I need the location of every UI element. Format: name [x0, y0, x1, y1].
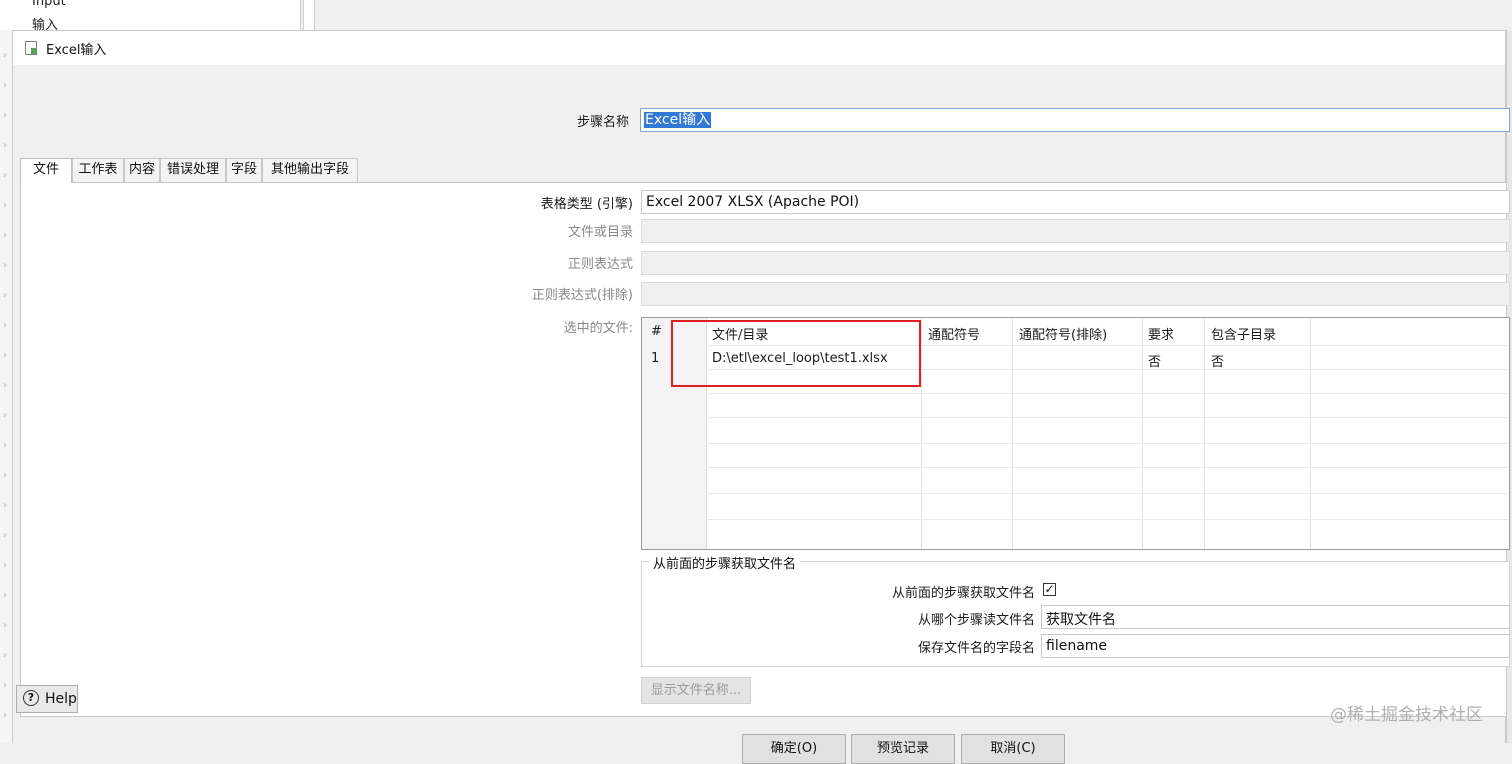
background-splitter: [303, 0, 315, 30]
chevron-right-icon: ›: [3, 620, 7, 631]
chevron-right-icon: ›: [3, 260, 7, 271]
chevron-right-icon: ›: [3, 650, 7, 661]
tree-item-input[interactable]: Input: [32, 0, 66, 9]
chevron-right-icon: ›: [3, 80, 7, 91]
help-button-label: Help: [45, 691, 77, 707]
cancel-button[interactable]: 取消(C): [961, 734, 1065, 764]
chevron-right-icon: ›: [3, 140, 7, 151]
selected-files-label: 选中的文件:: [563, 321, 633, 336]
column-header-file-directory[interactable]: 文件/目录: [712, 324, 768, 343]
selected-files-table[interactable]: ^ # 文件/目录 通配符号 通配符号(排除) 要求 包含子目录 1 D:\et…: [641, 317, 1510, 550]
column-header-include-subfolders[interactable]: 包含子目录: [1211, 324, 1276, 343]
regex-exclude-label: 正则表达式(排除): [531, 288, 633, 303]
step-name-label: 步骤名称: [576, 115, 629, 130]
spreadsheet-type-label: 表格类型 (引擎): [540, 197, 633, 212]
chevron-right-icon: ›: [3, 500, 7, 511]
tab-sheets[interactable]: 工作表: [72, 158, 124, 182]
accept-filenames-checkbox[interactable]: ✓: [1043, 583, 1056, 596]
tab-fields[interactable]: 字段: [226, 158, 262, 182]
previous-step-group-title: 从前面的步骤获取文件名: [649, 553, 801, 572]
preview-button[interactable]: 预览记录: [851, 734, 955, 764]
check-mark-icon: ✓: [1044, 582, 1055, 596]
table-cell-file-path[interactable]: D:\etl\excel_loop\test1.xlsx: [712, 351, 888, 366]
help-icon: ?: [23, 690, 39, 706]
chevron-right-icon: ›: [3, 470, 7, 481]
chevron-right-icon: ›: [3, 200, 7, 211]
step-name-value: Excel输入: [644, 112, 712, 128]
column-header-number[interactable]: #: [651, 324, 662, 339]
excel-input-step-icon: [25, 41, 37, 55]
table-cell-required[interactable]: 否: [1148, 351, 1161, 370]
left-gutter: › › › › › › › › › › › › › › › › › › › › …: [0, 30, 12, 743]
chevron-right-icon: ›: [3, 350, 7, 361]
column-header-wildcard[interactable]: 通配符号: [928, 324, 980, 343]
chevron-right-icon: ›: [3, 410, 7, 421]
regex-exclude-input[interactable]: [641, 282, 1510, 306]
source-step-select[interactable]: 获取文件名: [1041, 605, 1510, 629]
regex-input[interactable]: [641, 251, 1510, 275]
table-cell-include-subfolders[interactable]: 否: [1211, 351, 1224, 370]
excel-input-dialog: Excel输入 步骤名称 Excel输入 文件 工作表 内容 错误处理 字段 其…: [12, 30, 1510, 764]
chevron-right-icon: ›: [3, 290, 7, 301]
tab-file[interactable]: 文件: [20, 158, 72, 183]
file-or-directory-input[interactable]: [641, 219, 1510, 243]
chevron-right-icon: ›: [3, 320, 7, 331]
chevron-right-icon: ›: [3, 590, 7, 601]
tab-error-handling[interactable]: 错误处理: [160, 158, 226, 182]
filename-field-input[interactable]: filename: [1041, 634, 1510, 658]
tab-other-output-fields[interactable]: 其他输出字段: [262, 158, 358, 182]
help-button[interactable]: ? Help: [16, 685, 78, 713]
chevron-right-icon: ›: [3, 170, 7, 181]
chevron-right-icon: ›: [3, 110, 7, 121]
show-filenames-button[interactable]: 显示文件名称...: [641, 677, 751, 704]
column-header-wildcard-exclude[interactable]: 通配符号(排除): [1019, 324, 1107, 343]
background-tree: Input 输入: [0, 0, 301, 33]
table-row-number: 1: [651, 351, 660, 366]
dialog-title-bar: Excel输入: [13, 31, 1505, 65]
step-name-input[interactable]: Excel输入: [640, 108, 1510, 132]
tab-content[interactable]: 内容: [124, 158, 160, 182]
column-header-required[interactable]: 要求: [1148, 324, 1174, 343]
chevron-right-icon: ›: [3, 440, 7, 451]
filename-field-label: 保存文件名的字段名: [917, 641, 1035, 656]
file-or-directory-label: 文件或目录: [567, 225, 633, 240]
chevron-right-icon: ›: [3, 380, 7, 391]
chevron-right-icon: ›: [3, 560, 7, 571]
sort-up-icon: ^: [670, 317, 678, 325]
chevron-right-icon: ›: [3, 50, 7, 61]
dialog-title: Excel输入: [46, 43, 107, 58]
chevron-right-icon: ›: [3, 680, 7, 691]
chevron-right-icon: ›: [3, 230, 7, 241]
regex-label: 正则表达式: [567, 257, 633, 272]
ok-button[interactable]: 确定(O): [742, 734, 846, 764]
accept-filenames-label: 从前面的步骤获取文件名: [891, 586, 1035, 601]
chevron-right-icon: ›: [3, 530, 7, 541]
chevron-right-icon: ›: [3, 710, 7, 721]
source-step-label: 从哪个步骤读文件名: [917, 613, 1035, 628]
dialog-client-area: 步骤名称 Excel输入 文件 工作表 内容 错误处理 字段 其他输出字段 表格…: [13, 65, 1510, 764]
spreadsheet-type-select[interactable]: Excel 2007 XLSX (Apache POI): [641, 190, 1510, 214]
watermark: @稀土掘金技术社区: [1330, 705, 1483, 725]
